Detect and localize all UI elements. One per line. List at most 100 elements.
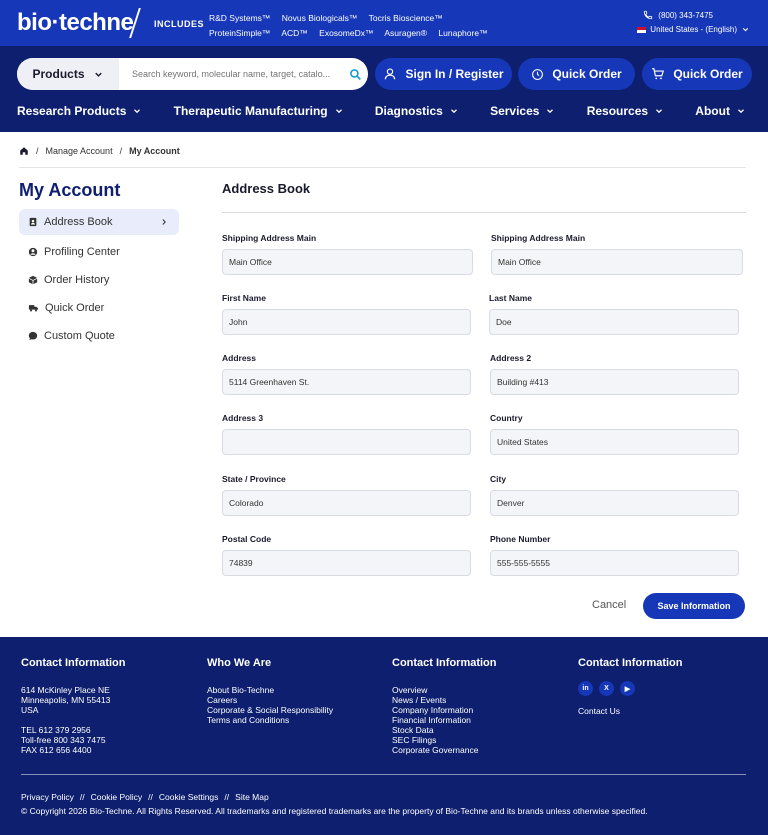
search-button[interactable] — [342, 68, 368, 81]
nav-about[interactable]: About — [695, 104, 746, 118]
brand-link[interactable]: ACD™ — [281, 28, 307, 38]
field-label: Shipping Address Main — [491, 233, 586, 243]
nav-resources[interactable]: Resources — [587, 104, 664, 118]
postal-code-input[interactable] — [222, 550, 471, 576]
site-map-link[interactable]: Site Map — [235, 792, 269, 802]
footer-social-column: Contact Information in X ▶ Contact Us — [578, 657, 683, 716]
country-input[interactable] — [490, 429, 739, 455]
linkedin-icon[interactable]: in — [578, 681, 593, 696]
brand-link[interactable]: Lunaphore™ — [438, 28, 487, 38]
search-input[interactable] — [119, 69, 342, 79]
nav-research-products[interactable]: Research Products — [17, 104, 142, 118]
bio-techne-logo[interactable]: bio·techne — [17, 9, 134, 37]
shipping-address-input[interactable] — [222, 249, 473, 275]
sign-in-button[interactable]: Sign In / Register — [375, 58, 512, 90]
brand-link[interactable]: Novus Biologicals™ — [282, 13, 358, 23]
footer-link[interactable]: Corporate & Social Responsibility — [207, 705, 333, 715]
sidebar-item-custom-quote[interactable]: Custom Quote — [19, 322, 179, 350]
phone-line[interactable]: TEL 612 379 2956 — [21, 725, 126, 735]
footer-link[interactable]: SEC Filings — [392, 735, 497, 745]
field-label: Address 2 — [490, 353, 532, 363]
cancel-button[interactable]: Cancel — [592, 599, 626, 611]
includes-label: INCLUDES — [154, 19, 205, 29]
first-name-field: First Name — [222, 293, 471, 335]
footer-bottom-links: Privacy Policy // Cookie Policy // Cooki… — [21, 792, 269, 802]
sidebar-item-address-book[interactable]: Address Book — [19, 209, 179, 235]
footer-heading: Who We Are — [207, 657, 272, 669]
footer-link[interactable]: Financial Information — [392, 715, 497, 725]
chevron-down-icon — [547, 109, 554, 114]
footer-link[interactable]: Stock Data — [392, 725, 497, 735]
section-title: Address Book — [222, 181, 311, 196]
home-icon[interactable] — [19, 146, 29, 156]
footer-link[interactable]: About Bio-Techne — [207, 685, 333, 695]
search-category-dropdown[interactable]: Products — [17, 58, 119, 90]
fax-line: FAX 612 656 4400 — [21, 745, 92, 755]
sidebar-item-label: Order History — [44, 274, 110, 286]
last-name-input[interactable] — [489, 309, 739, 335]
sidebar-item-order-history[interactable]: Order History — [19, 266, 179, 294]
footer-link[interactable]: Company Information — [392, 705, 497, 715]
footer-heading: Contact Information — [21, 657, 126, 669]
us-flag-icon — [637, 26, 647, 33]
footer-link[interactable]: Corporate Governance — [392, 745, 497, 755]
field-label: State / Province — [222, 474, 286, 484]
chevron-down-icon — [335, 109, 342, 114]
quick-order-button[interactable]: Quick Order — [518, 58, 635, 90]
chevron-down-icon — [656, 109, 663, 114]
city-input[interactable] — [490, 490, 739, 516]
nav-services[interactable]: Services — [490, 104, 555, 118]
field-label: Country — [490, 413, 523, 423]
postal-code-field: Postal Code — [222, 534, 471, 576]
nav-label: Diagnostics — [374, 104, 443, 118]
privacy-policy-link[interactable]: Privacy Policy — [21, 792, 74, 802]
brand-link[interactable]: ExosomeDx™ — [319, 28, 373, 38]
cookie-policy-link[interactable]: Cookie Policy — [91, 792, 143, 802]
chevron-down-icon — [742, 27, 749, 32]
sidebar-item-label: Custom Quote — [44, 330, 115, 342]
link-separator: // — [148, 792, 153, 802]
cookie-settings-link[interactable]: Cookie Settings — [159, 792, 219, 802]
phone-line[interactable]: Toll-free 800 343 7475 — [21, 735, 126, 745]
x-twitter-icon[interactable]: X — [599, 681, 614, 696]
save-information-button[interactable]: Save Information — [643, 593, 745, 619]
sidebar-item-profiling-center[interactable]: Profiling Center — [19, 238, 179, 266]
box-icon — [28, 275, 38, 285]
footer-link[interactable]: Terms and Conditions — [207, 715, 333, 725]
phone-link[interactable]: (800) 343-7475 — [643, 10, 713, 20]
footer-link[interactable]: Overview — [392, 685, 497, 695]
brand-link[interactable]: ProteinSimple™ — [209, 28, 270, 38]
address-3-input[interactable] — [222, 429, 471, 455]
user-icon — [28, 247, 38, 257]
footer-who-we-are-column: Who We Are About Bio-Techne Careers Corp… — [207, 657, 333, 725]
address-2-input[interactable] — [490, 369, 739, 395]
footer-link[interactable]: News / Events — [392, 695, 497, 705]
sidebar-item-quick-order[interactable]: Quick Order — [19, 294, 179, 322]
shipping-address-input[interactable] — [491, 249, 743, 275]
breadcrumb-manage-account[interactable]: Manage Account — [46, 146, 113, 156]
first-name-input[interactable] — [222, 309, 471, 335]
address-input[interactable] — [222, 369, 471, 395]
footer-link[interactable]: Careers — [207, 695, 333, 705]
field-label: Last Name — [489, 293, 532, 303]
address-line: Minneapolis, MN 55413 — [21, 695, 111, 705]
youtube-icon[interactable]: ▶ — [620, 681, 635, 696]
state-input[interactable] — [222, 490, 471, 516]
nav-therapeutic-manufacturing[interactable]: Therapeutic Manufacturing — [174, 104, 344, 118]
brand-link[interactable]: R&D Systems™ — [209, 13, 270, 23]
breadcrumb-separator: / — [119, 146, 123, 156]
phone-number: (800) 343-7475 — [658, 10, 713, 20]
field-label: Postal Code — [222, 534, 272, 544]
footer-divider — [21, 774, 746, 775]
sidebar-item-label: Profiling Center — [44, 246, 120, 258]
chevron-down-icon — [94, 72, 102, 77]
contact-us-link[interactable]: Contact Us — [578, 706, 683, 716]
breadcrumb-current: My Account — [129, 146, 180, 156]
cart-quick-order-button[interactable]: Quick Order — [642, 58, 752, 90]
field-label: Shipping Address Main — [222, 233, 317, 243]
brand-link[interactable]: Tocris Bioscience™ — [369, 13, 443, 23]
nav-diagnostics[interactable]: Diagnostics — [375, 104, 459, 118]
phone-number-input[interactable] — [490, 550, 739, 576]
brand-link[interactable]: Asuragen® — [384, 28, 427, 38]
locale-selector[interactable]: United States - (English) — [637, 25, 750, 34]
